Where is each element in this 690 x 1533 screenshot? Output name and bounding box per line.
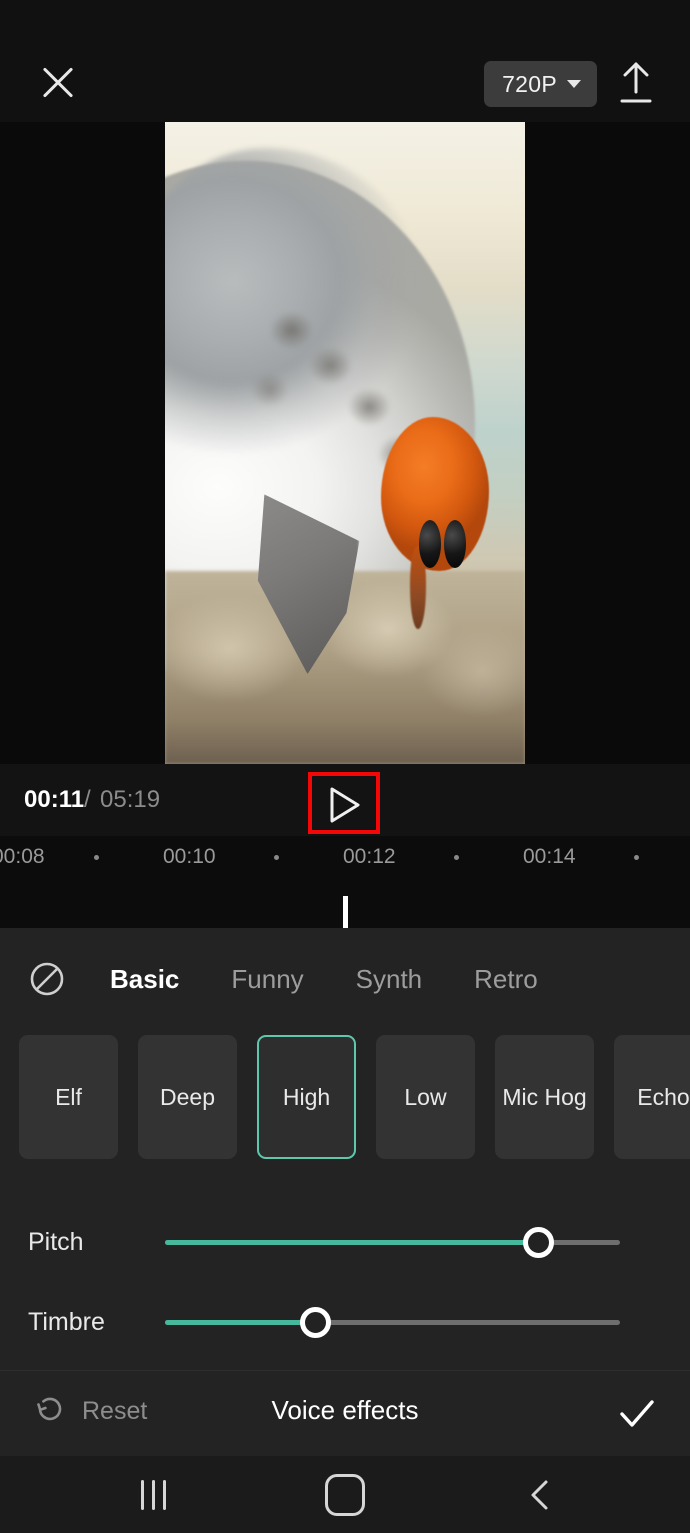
time-separator: / (84, 786, 91, 813)
timbre-slider-row: Timbre (0, 1296, 690, 1350)
resolution-dropdown[interactable]: 720P (484, 61, 597, 107)
ruler-tick-dot (454, 855, 459, 860)
tab-basic[interactable]: Basic (110, 964, 179, 995)
chevron-down-icon (567, 80, 581, 88)
effect-category-tabs: Basic Funny Synth Retro (0, 942, 690, 1016)
ruler-tick-label: 00:12 (343, 845, 396, 868)
ruler-tick-dot (634, 855, 639, 860)
timbre-slider-thumb[interactable] (300, 1307, 332, 1338)
pitch-label: Pitch (28, 1228, 84, 1256)
tab-retro[interactable]: Retro (474, 964, 538, 995)
effect-chip-mic-hog[interactable]: Mic Hog (495, 1035, 594, 1159)
pitch-slider-thumb[interactable] (523, 1227, 555, 1258)
ruler-tick-dot (94, 855, 99, 860)
effect-chip-echo[interactable]: Echo (614, 1035, 690, 1159)
top-bar: 720P (0, 0, 690, 128)
video-preview-area (0, 122, 690, 764)
video-frame[interactable] (165, 122, 525, 764)
home-icon[interactable] (325, 1474, 365, 1516)
confirm-button[interactable] (612, 1389, 662, 1439)
ruler-tick-label: 00:08 (0, 845, 45, 868)
effect-chip-high[interactable]: High (257, 1035, 356, 1159)
recents-icon[interactable] (130, 1472, 176, 1518)
resolution-label: 720P (502, 70, 557, 97)
current-time: 00:11 (24, 786, 85, 813)
ruler-tick-label: 00:10 (163, 845, 216, 868)
tab-synth[interactable]: Synth (356, 964, 423, 995)
panel-action-bar: Reset Voice effects (0, 1370, 690, 1456)
pitch-slider-fill (165, 1240, 539, 1245)
play-button[interactable] (308, 772, 380, 834)
timbre-slider[interactable] (165, 1307, 620, 1338)
timbre-slider-fill (165, 1320, 316, 1325)
prohibited-icon[interactable] (26, 958, 68, 1000)
timeline-ruler[interactable]: 00:08 00:10 00:12 00:14 (0, 836, 690, 936)
playback-bar: 00:11 / 05:19 (0, 764, 690, 836)
back-chevron-icon[interactable] (518, 1472, 564, 1518)
ruler-tick-dot (274, 855, 279, 860)
total-time: 05:19 (100, 786, 161, 813)
effect-chip-low[interactable]: Low (376, 1035, 475, 1159)
effect-chip-deep[interactable]: Deep (138, 1035, 237, 1159)
effect-chip-list[interactable]: Elf Deep High Low Mic Hog Echo (0, 1035, 690, 1159)
effect-chip-elf[interactable]: Elf (19, 1035, 118, 1159)
timbre-label: Timbre (28, 1308, 105, 1336)
close-icon[interactable] (36, 60, 80, 104)
pitch-slider-row: Pitch (0, 1216, 690, 1270)
pitch-slider[interactable] (165, 1227, 620, 1258)
panel-title: Voice effects (271, 1395, 419, 1425)
ruler-tick-label: 00:14 (523, 845, 576, 868)
android-nav-bar (0, 1456, 690, 1533)
upload-icon[interactable] (614, 60, 658, 106)
crab-eye-left (418, 520, 442, 568)
tab-funny[interactable]: Funny (231, 964, 303, 995)
voice-effects-screen: 720P 00:11 / 05:19 0:08 00:10 00:12 00:1… (0, 0, 690, 1533)
crab-eye-right (444, 520, 467, 568)
